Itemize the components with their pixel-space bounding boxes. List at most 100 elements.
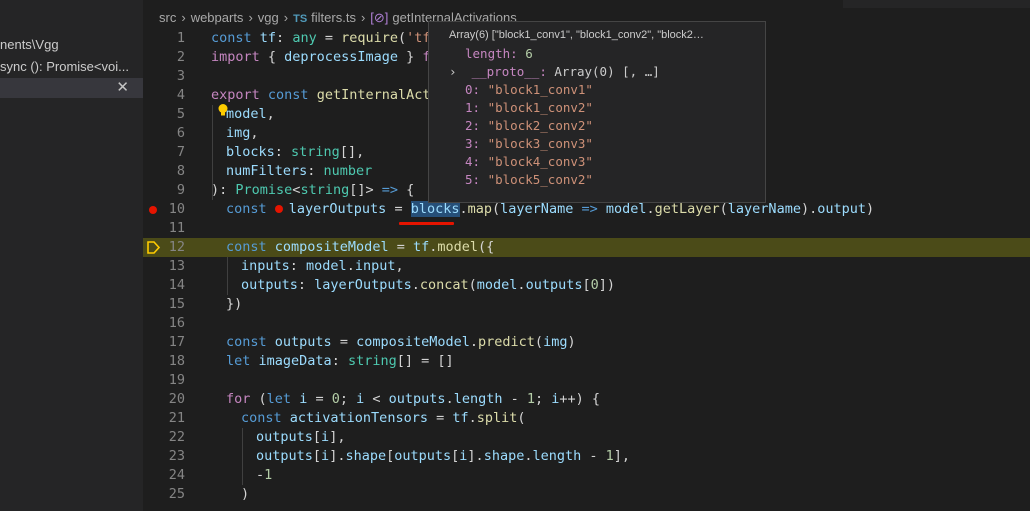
hover-key: 0: [465,82,481,97]
token: : [331,353,348,369]
line-number: 24 [168,467,185,483]
inline-breakpoint-icon[interactable] [274,204,283,213]
token: [ [386,448,395,464]
token: ({ [478,239,495,255]
token: . [411,277,420,293]
token: export [211,87,260,103]
chevron-right-icon: › [181,10,186,25]
token: , [266,106,275,122]
token: ]) [598,277,616,293]
hover-row-item: 4: "block4_conv3" [465,153,593,171]
debug-hover-widget[interactable]: Array(6) ["block1_conv1", "block1_conv2"… [428,21,766,203]
code-line-24: 24 -1 [143,466,1030,485]
token: ( [517,410,526,426]
token: : [297,277,315,293]
line-number: 21 [168,410,185,426]
hover-header: Array(6) ["block1_conv1", "block1_conv2"… [449,29,704,41]
token: ( [492,201,501,217]
hover-value: "block1_conv1" [487,82,593,97]
token: deprocessImage [284,49,398,65]
hover-row-item: 2: "block2_conv2" [465,117,593,135]
code-line-22: 22 outputs[i], [143,428,1030,447]
token: ], [329,429,346,445]
token: [] = [] [396,353,454,369]
explorer-row-folder[interactable]: nents\Vgg [0,35,143,55]
explorer-row-function[interactable]: sync (): Promise<voi... [0,57,143,77]
token: number [323,163,373,179]
hover-key: 3: [465,136,481,151]
token: ) [241,486,250,502]
token: split [476,410,518,426]
code-line-14: 14 outputs: layerOutputs.concat(model.out… [143,276,1030,295]
token: ; [535,391,552,407]
chevron-right-icon[interactable]: › [449,64,457,79]
token: layerOutputs [288,201,387,217]
line-number: 1 [176,30,185,46]
token: getLayer [654,201,720,217]
token: numFilters [226,163,308,179]
code-line-13: 13 inputs: model.input, [143,257,1030,276]
line-number: 9 [176,182,185,198]
token: compositeModel [274,239,389,255]
code-line-25: 25) [143,485,1030,504]
token: []> [349,182,382,198]
hover-value: "block2_conv2" [487,118,593,133]
breadcrumb-item-vgg[interactable]: vgg [258,10,279,25]
code-line-18: 18 let imageData: string[] = [] [143,352,1030,371]
hover-row-proto[interactable]: › __proto__: Array(0) [, …] [449,63,749,81]
line-number: 12 [168,239,185,255]
token: [], [339,144,365,160]
token: = [427,410,453,426]
token: . [469,334,479,350]
line-number: 13 [168,258,185,274]
hover-value: "block1_conv2" [487,100,593,115]
hovered-token[interactable]: blocks [410,201,460,217]
line-number: 23 [168,448,185,464]
breadcrumb-item-src[interactable]: src [159,10,176,25]
explorer-row-label: nents\Vgg [0,37,59,52]
symbol-variable-icon: [⊘] [370,10,389,25]
token: 0 [590,277,599,293]
chevron-right-icon: › [248,10,253,25]
line-number: 19 [168,372,185,388]
token: let [226,353,251,369]
token: ; [339,391,357,407]
code-line-20: 20 for (let i = 0; i < outputs.length - 1… [143,390,1030,409]
token: map [467,201,493,217]
token: < [364,391,389,407]
token: ( [468,277,477,293]
token: . [646,201,655,217]
line-number: 10 [168,201,185,217]
token: ( [250,391,267,407]
token: ) [866,201,875,217]
code-line-17: 17 const outputs = compositeModel.predict… [143,333,1030,352]
token: import [211,49,260,65]
token: tf [452,410,469,426]
token: . [346,258,355,274]
hover-key: 2: [465,118,481,133]
hover-key: 5: [465,172,481,187]
token: Promise [235,182,293,198]
token: { [259,49,285,65]
token: : [276,30,293,46]
hover-row-item: 0: "block1_conv1" [465,81,593,99]
token: [ [312,448,322,464]
token: layerName [727,201,801,217]
hover-row-item: 3: "block3_conv3" [465,135,593,153]
token: i [321,448,330,464]
close-icon[interactable]: ✕ [116,78,129,98]
hover-row-item: 5: "block5_conv2" [465,171,593,189]
breadcrumb-item-file[interactable]: filters.ts [311,10,356,25]
explorer-row-selected[interactable]: ✕ [0,78,143,98]
line-number: 2 [176,49,185,65]
token: blocks [226,144,275,160]
breadcrumb-item-webparts[interactable]: webparts [191,10,244,25]
token: tf [412,239,430,255]
token: model [476,277,518,293]
lightbulb-icon[interactable] [216,103,230,117]
code-line-15: 15}) [143,295,1030,314]
token: shape [483,448,525,464]
token: = [386,201,411,217]
token: = [388,239,413,255]
token: 1 [605,448,614,464]
